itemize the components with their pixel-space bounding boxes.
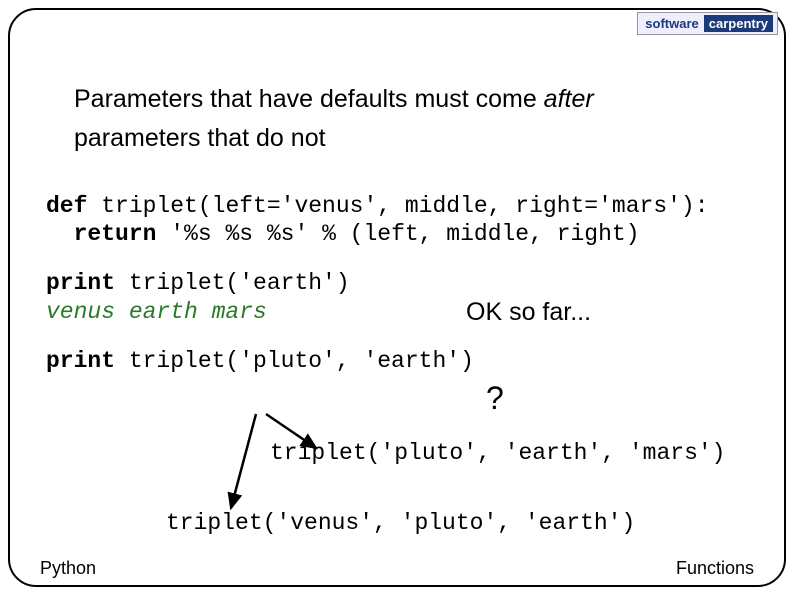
code-output1: venus earth mars <box>46 299 267 325</box>
option-1: triplet('pluto', 'earth', 'mars') <box>270 440 725 466</box>
annotation-question: ? <box>486 380 504 417</box>
footer-right: Functions <box>676 558 754 579</box>
body-line2: parameters that do not <box>74 124 326 152</box>
code-return-rest: '%s %s %s' % (left, middle, right) <box>156 221 639 247</box>
body-text: Parameters that have defaults must come … <box>46 80 774 158</box>
code-block-print2: print triplet('pluto', 'earth') <box>46 347 774 376</box>
code-def-rest: triplet(left='venus', middle, right='mar… <box>87 193 708 219</box>
annotation-ok: OK so far... <box>466 298 591 327</box>
code-block-def: def triplet(left='venus', middle, right=… <box>46 192 774 250</box>
code-print2-rest: triplet('pluto', 'earth') <box>115 348 474 374</box>
logo-left: software <box>642 15 701 32</box>
logo-right: carpentry <box>704 15 773 32</box>
footer-left: Python <box>40 558 96 579</box>
body-line1-italic: after <box>544 85 594 113</box>
slide-content: Parameters that have defaults must come … <box>46 80 774 375</box>
code-print1-rest: triplet('earth') <box>115 270 350 296</box>
body-line1-before: Parameters that have defaults must come <box>74 85 544 113</box>
code-block-print1: print triplet('earth') venus earth mars <box>46 269 774 327</box>
logo: software carpentry <box>637 12 778 35</box>
option-2: triplet('venus', 'pluto', 'earth') <box>166 510 635 536</box>
